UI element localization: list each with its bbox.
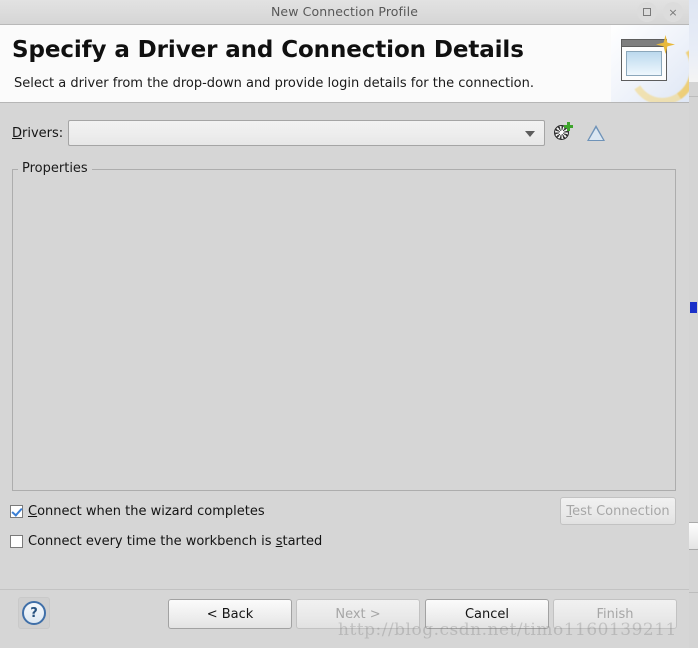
sparkle-swoosh-icon bbox=[622, 26, 689, 102]
drivers-label-mnemonic: D bbox=[12, 125, 23, 141]
drivers-row: Drivers: bbox=[0, 119, 689, 147]
close-button[interactable]: × bbox=[663, 2, 683, 22]
plus-icon-horizontal bbox=[564, 125, 573, 128]
properties-group-content[interactable] bbox=[12, 169, 676, 491]
maximize-icon bbox=[643, 8, 651, 16]
new-connection-profile-dialog: New Connection Profile × Specify a Drive… bbox=[0, 0, 689, 648]
help-question-icon: ? bbox=[22, 601, 46, 625]
background-window-separator bbox=[689, 96, 698, 97]
connect-when-wizard-completes-row[interactable]: Connect when the wizard completes bbox=[10, 504, 265, 519]
window-title: New Connection Profile bbox=[270, 4, 418, 19]
drivers-label-rest: rivers: bbox=[22, 125, 64, 141]
connect-every-time-label: Connect every time the workbench is star… bbox=[28, 534, 322, 549]
edit-driver-definition-button[interactable] bbox=[583, 120, 609, 146]
wizard-header: Specify a Driver and Connection Details … bbox=[0, 25, 689, 103]
background-window-sliver bbox=[688, 0, 698, 648]
maximize-button[interactable] bbox=[637, 2, 657, 22]
connect-every-time-checkbox[interactable] bbox=[10, 535, 23, 548]
properties-group-label: Properties bbox=[18, 161, 92, 176]
test-connection-button[interactable]: Test Connection bbox=[560, 497, 676, 525]
dialog-body: Drivers: Properties Connect when the wiz… bbox=[0, 103, 689, 589]
close-icon: × bbox=[668, 5, 678, 19]
checkbox-two-text-b: tarted bbox=[282, 534, 323, 549]
wizard-banner-image bbox=[611, 25, 689, 102]
next-button[interactable]: Next > bbox=[296, 599, 420, 629]
test-connection-label-rest: est Connection bbox=[572, 503, 670, 519]
connect-when-wizard-completes-checkbox[interactable] bbox=[10, 505, 23, 518]
chevron-down-icon bbox=[525, 131, 535, 137]
cancel-button[interactable]: Cancel bbox=[425, 599, 549, 629]
help-button[interactable]: ? bbox=[18, 597, 50, 629]
back-button[interactable]: < Back bbox=[168, 599, 292, 629]
dialog-footer: ? < Back Next > Cancel Finish bbox=[0, 589, 689, 648]
new-driver-definition-button[interactable] bbox=[551, 120, 577, 146]
checkbox-two-text-a: Connect every time the workbench is bbox=[28, 534, 276, 549]
background-window-footer-separator bbox=[689, 592, 698, 593]
drivers-label: Drivers: bbox=[12, 126, 68, 141]
background-window-header bbox=[689, 0, 698, 82]
title-bar: New Connection Profile × bbox=[0, 0, 689, 25]
window-controls: × bbox=[637, 2, 683, 22]
connect-when-wizard-completes-label: Connect when the wizard completes bbox=[28, 504, 265, 519]
checkbox-one-mnemonic: C bbox=[28, 504, 38, 519]
test-connection-label: Test Connection bbox=[566, 505, 669, 518]
connect-every-time-row[interactable]: Connect every time the workbench is star… bbox=[10, 534, 322, 549]
checkbox-one-text: onnect when the wizard completes bbox=[37, 504, 265, 519]
drivers-combobox[interactable] bbox=[68, 120, 545, 146]
background-window-button-fragment[interactable] bbox=[689, 522, 698, 550]
background-window-link-fragment[interactable] bbox=[690, 302, 697, 313]
properties-group: Properties bbox=[12, 161, 676, 491]
page-description: Select a driver from the drop-down and p… bbox=[14, 76, 534, 91]
page-title: Specify a Driver and Connection Details bbox=[12, 37, 524, 63]
finish-button[interactable]: Finish bbox=[553, 599, 677, 629]
